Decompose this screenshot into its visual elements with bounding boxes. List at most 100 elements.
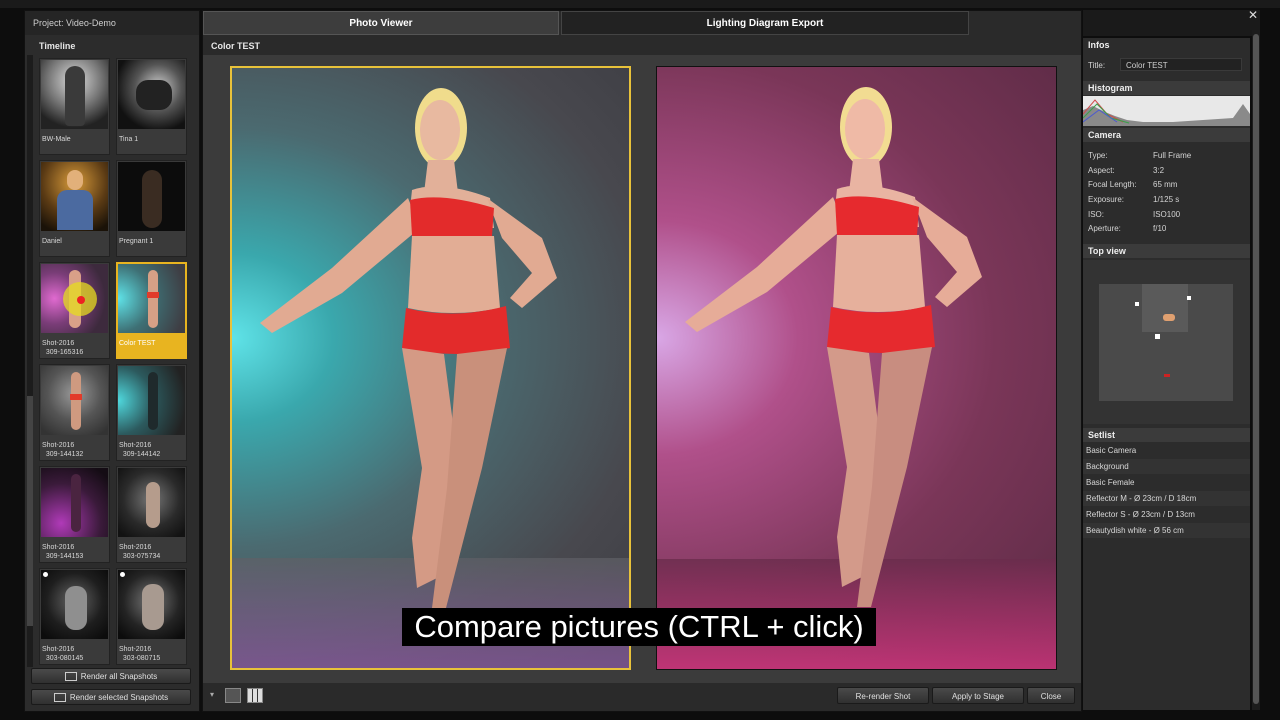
camera-value: 3:2 [1153,166,1165,175]
timeline-item-selected[interactable]: Color TEST [116,262,187,359]
render-selected-label: Render selected Snapshots [69,693,169,702]
snapshot-image [118,366,185,435]
camera-row: Aspect: 3:2 [1088,166,1164,175]
timeline-item[interactable]: Shot-2016 303-080715 [116,568,187,665]
top-view-heading: Top view [1083,244,1250,258]
snapshot-image [41,468,108,537]
snapshot-label: Daniel [42,238,62,245]
snapshot-image [41,162,108,231]
camera-value: 1/125 s [1153,195,1180,204]
snapshot-image [41,366,108,435]
setlist-item[interactable]: Reflector S - Ø 23cm / D 13cm [1083,507,1250,522]
timeline-item[interactable]: Shot-2016 303-080145 [39,568,110,665]
camera-value: 65 mm [1153,180,1178,189]
tutorial-caption: Compare pictures (CTRL + click) [402,608,876,646]
timeline-item[interactable]: Shot-2016 309-144132 [39,364,110,461]
snapshot-label: Shot-2016 303-075734 [119,544,161,560]
camera-value: ISO100 [1153,210,1181,219]
camera-value: Full Frame [1153,151,1192,160]
camera-row: Exposure: 1/125 s [1088,195,1179,204]
snapshot-label: Shot-2016 309-144142 [119,442,161,458]
apply-to-stage-button[interactable]: Apply to Stage [932,687,1024,704]
snapshot-label: Shot-2016 303-080145 [42,646,84,662]
camera-row: Aperture: f/10 [1088,224,1166,233]
infos-panel: Infos Title: Color TEST Histogram Camera… [1083,38,1250,710]
setlist-item[interactable]: Basic Female [1083,475,1250,490]
tab-lighting-diagram-export[interactable]: Lighting Diagram Export [561,11,969,35]
snapshot-image [41,60,108,129]
camera-heading: Camera [1083,128,1250,142]
timeline-item[interactable]: Shot-2016 303-075734 [116,466,187,563]
timeline-item[interactable]: Tina 1 [116,58,187,155]
histogram-heading: Histogram [1083,81,1250,95]
timeline-item[interactable]: Shot-2016 309-144153 [39,466,110,563]
timeline-heading: Timeline [39,41,76,51]
tab-photo-viewer[interactable]: Photo Viewer [203,11,559,35]
project-title: Project: Video-Demo [25,11,199,35]
title-label: Title: [1088,61,1105,70]
model-figure-right [685,87,982,607]
histogram-graph [1083,96,1250,126]
timeline-item[interactable]: Pregnant 1 [116,160,187,257]
timeline-item[interactable]: Shot-2016 309-144142 [116,364,187,461]
camera-key: Aspect: [1088,166,1115,175]
close-button[interactable]: Close [1027,687,1075,704]
camera-row: Focal Length: 65 mm [1088,180,1177,189]
snapshot-label: Shot-2016 309-144153 [42,544,84,560]
timeline-panel: Project: Video-Demo Timeline BW-Male Tin… [24,10,200,712]
photo-viewer-panel: Photo Viewer Lighting Diagram Export Col… [202,10,1082,712]
snapshot-image [118,60,185,129]
snapshot-label: Color TEST [119,340,156,347]
photo-right[interactable] [656,66,1057,670]
top-view-area [1083,260,1250,424]
setlist-item[interactable]: Basic Camera [1083,443,1250,458]
timeline-grid: BW-Male Tina 1 Daniel Pregnant 1 Shot-20… [39,58,191,668]
render-selected-button[interactable]: Render selected Snapshots [31,689,191,705]
snapshot-image [118,162,185,231]
window-titlebar [1083,10,1260,36]
infos-heading: Infos [1083,38,1250,52]
timeline-item[interactable]: Daniel [39,160,110,257]
timeline-scroll-thumb[interactable] [27,396,33,626]
snapshot-image [118,468,185,537]
snapshot-label: BW-Male [42,136,71,143]
render-icon [64,672,77,682]
camera-key: Aperture: [1088,224,1121,233]
top-view-diagram[interactable] [1099,284,1233,401]
snapshot-image [118,570,185,639]
close-icon[interactable]: ✕ [1248,8,1258,22]
snapshot-label: Tina 1 [119,136,139,143]
snapshot-label: Shot-2016 303-080715 [119,646,161,662]
snapshot-image [118,264,185,333]
camera-row: Type: Full Frame [1088,151,1191,160]
right-scroll-thumb[interactable] [1253,34,1259,704]
camera-key: ISO: [1088,210,1105,219]
viewer-title: Color TEST [211,41,260,51]
single-view-icon[interactable] [225,688,241,703]
camera-key: Focal Length: [1088,180,1137,189]
timeline-item[interactable]: Shot-2016 309-165316 [39,262,110,359]
render-all-label: Render all Snapshots [80,672,158,681]
setlist-item[interactable]: Beautydish white - Ø 56 cm [1083,523,1250,538]
model-figure-left [260,88,557,608]
snapshot-label: Shot-2016 309-165316 [42,340,84,356]
photo-left[interactable] [230,66,631,670]
camera-row: ISO: ISO100 [1088,210,1180,219]
setlist-item[interactable]: Background [1083,459,1250,474]
snapshot-image [41,264,108,333]
setlist-item[interactable]: Reflector M - Ø 23cm / D 18cm [1083,491,1250,506]
snapshot-image [41,570,108,639]
snapshot-label: Shot-2016 309-144132 [42,442,84,458]
camera-key: Type: [1088,151,1108,160]
title-field[interactable]: Color TEST [1120,58,1242,71]
pin-icon[interactable]: ▾ [210,690,218,699]
timeline-item[interactable]: BW-Male [39,58,110,155]
top-menu-strip [0,0,1280,8]
rerender-shot-button[interactable]: Re-render Shot [837,687,929,704]
render-all-button[interactable]: Render all Snapshots [31,668,191,684]
grid-view-icon[interactable] [247,688,263,703]
camera-value: f/10 [1153,224,1167,233]
title-label-text: Title: [1088,61,1106,70]
render-icon [53,693,66,703]
setlist-heading: Setlist [1083,428,1250,442]
